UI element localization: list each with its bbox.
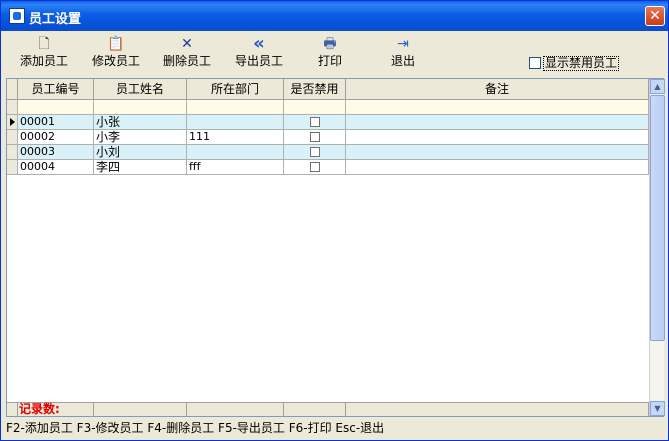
checkbox-box[interactable] [529, 57, 541, 69]
exit-button[interactable]: ⇥ 退出 [383, 32, 423, 74]
app-icon [9, 8, 25, 24]
cell-employee-id[interactable]: 00002 [18, 130, 94, 145]
row-pointer-icon [10, 118, 15, 126]
show-disabled-label: 显示禁用员工 [543, 55, 620, 71]
cell-disabled[interactable] [284, 115, 346, 130]
footer-cell [187, 402, 284, 416]
cell-note[interactable] [346, 160, 649, 175]
data-rows: 00001 小张 00002 小李 111 00003 小刘 00004 李四 … [7, 115, 649, 175]
cell-employee-name[interactable]: 小李 [94, 130, 187, 145]
exit-door-icon: ⇥ [397, 36, 409, 52]
header-note[interactable]: 备注 [346, 79, 649, 100]
close-button[interactable]: ✕ [645, 6, 665, 26]
print-button[interactable]: 🖶 打印 [310, 32, 350, 74]
header-indicator [7, 79, 18, 100]
filter-employee-id[interactable] [18, 100, 94, 115]
cell-disabled[interactable] [284, 130, 346, 145]
disabled-checkbox[interactable] [309, 162, 320, 172]
disabled-checkbox[interactable] [309, 147, 320, 157]
grid-header: 员工编号 员工姓名 所在部门 是否禁用 备注 [7, 79, 649, 100]
printer-icon: 🖶 [323, 36, 337, 52]
filter-row [7, 100, 649, 115]
footer-cell [284, 402, 346, 416]
add-employee-button[interactable]: 🗋 添加员工 [16, 32, 72, 74]
footer-indicator [7, 402, 18, 416]
window-title: 员工设置 [29, 12, 82, 27]
vertical-scrollbar[interactable]: ▲ ▼ [649, 79, 665, 416]
table-row[interactable]: 00004 李四 fff [7, 160, 649, 175]
delete-x-icon: ✕ [181, 36, 193, 52]
disabled-checkbox[interactable] [309, 117, 320, 127]
cell-employee-name[interactable]: 小张 [94, 115, 187, 130]
row-indicator [7, 130, 18, 145]
document-icon: 🗋 [38, 36, 50, 52]
cell-note[interactable] [346, 145, 649, 160]
cell-department[interactable] [187, 145, 284, 160]
cell-employee-name[interactable]: 李四 [94, 160, 187, 175]
cell-disabled[interactable] [284, 145, 346, 160]
row-indicator [7, 115, 18, 130]
filter-indicator [7, 100, 18, 115]
cell-department[interactable] [187, 115, 284, 130]
cell-department[interactable]: 111 [187, 130, 284, 145]
header-employee-id[interactable]: 员工编号 [18, 79, 94, 100]
table-row[interactable]: 00002 小李 111 [7, 130, 649, 145]
cell-employee-id[interactable]: 00004 [18, 160, 94, 175]
employee-grid: 员工编号 员工姓名 所在部门 是否禁用 备注 00001 小张 00002 小李… [6, 78, 665, 417]
double-chevron-left-icon: « [253, 33, 265, 54]
filter-department[interactable] [187, 100, 284, 115]
scroll-thumb[interactable] [650, 95, 665, 341]
employee-settings-window: 员工设置 ✕ 🗋 添加员工 📋 修改员工 ✕ 删除员工 « 导出员工 🖶 打印 … [0, 0, 669, 441]
cell-department[interactable]: fff [187, 160, 284, 175]
delete-employee-button[interactable]: ✕ 删除员工 [159, 32, 215, 74]
table-row[interactable]: 00001 小张 [7, 115, 649, 130]
row-indicator [7, 145, 18, 160]
export-employee-button[interactable]: « 导出员工 [231, 32, 287, 74]
clipboard-edit-icon: 📋 [107, 36, 125, 52]
cell-employee-id[interactable]: 00003 [18, 145, 94, 160]
footer-cell [346, 402, 649, 416]
cell-note[interactable] [346, 130, 649, 145]
disabled-checkbox[interactable] [309, 132, 320, 142]
status-bar: F2-添加员工 F3-修改员工 F4-删除员工 F5-导出员工 F6-打印 Es… [6, 421, 385, 435]
cell-employee-name[interactable]: 小刘 [94, 145, 187, 160]
filter-note[interactable] [346, 100, 649, 115]
row-indicator [7, 160, 18, 175]
filter-disabled[interactable] [284, 100, 346, 115]
header-employee-name[interactable]: 员工姓名 [94, 79, 187, 100]
edit-employee-button[interactable]: 📋 修改员工 [88, 32, 144, 74]
header-department[interactable]: 所在部门 [187, 79, 284, 100]
scroll-down-button[interactable]: ▼ [650, 401, 665, 416]
filter-employee-name[interactable] [94, 100, 187, 115]
record-count-label: 记录数: [18, 402, 94, 416]
cell-disabled[interactable] [284, 160, 346, 175]
cell-note[interactable] [346, 115, 649, 130]
show-disabled-checkbox[interactable]: 显示禁用员工 [529, 55, 620, 71]
cell-employee-id[interactable]: 00001 [18, 115, 94, 130]
scroll-up-button[interactable]: ▲ [650, 79, 665, 94]
title-bar[interactable]: 员工设置 ✕ [1, 1, 668, 31]
table-row[interactable]: 00003 小刘 [7, 145, 649, 160]
footer-cell [94, 402, 187, 416]
grid-footer: 记录数: [7, 402, 649, 416]
header-disabled[interactable]: 是否禁用 [284, 79, 346, 100]
